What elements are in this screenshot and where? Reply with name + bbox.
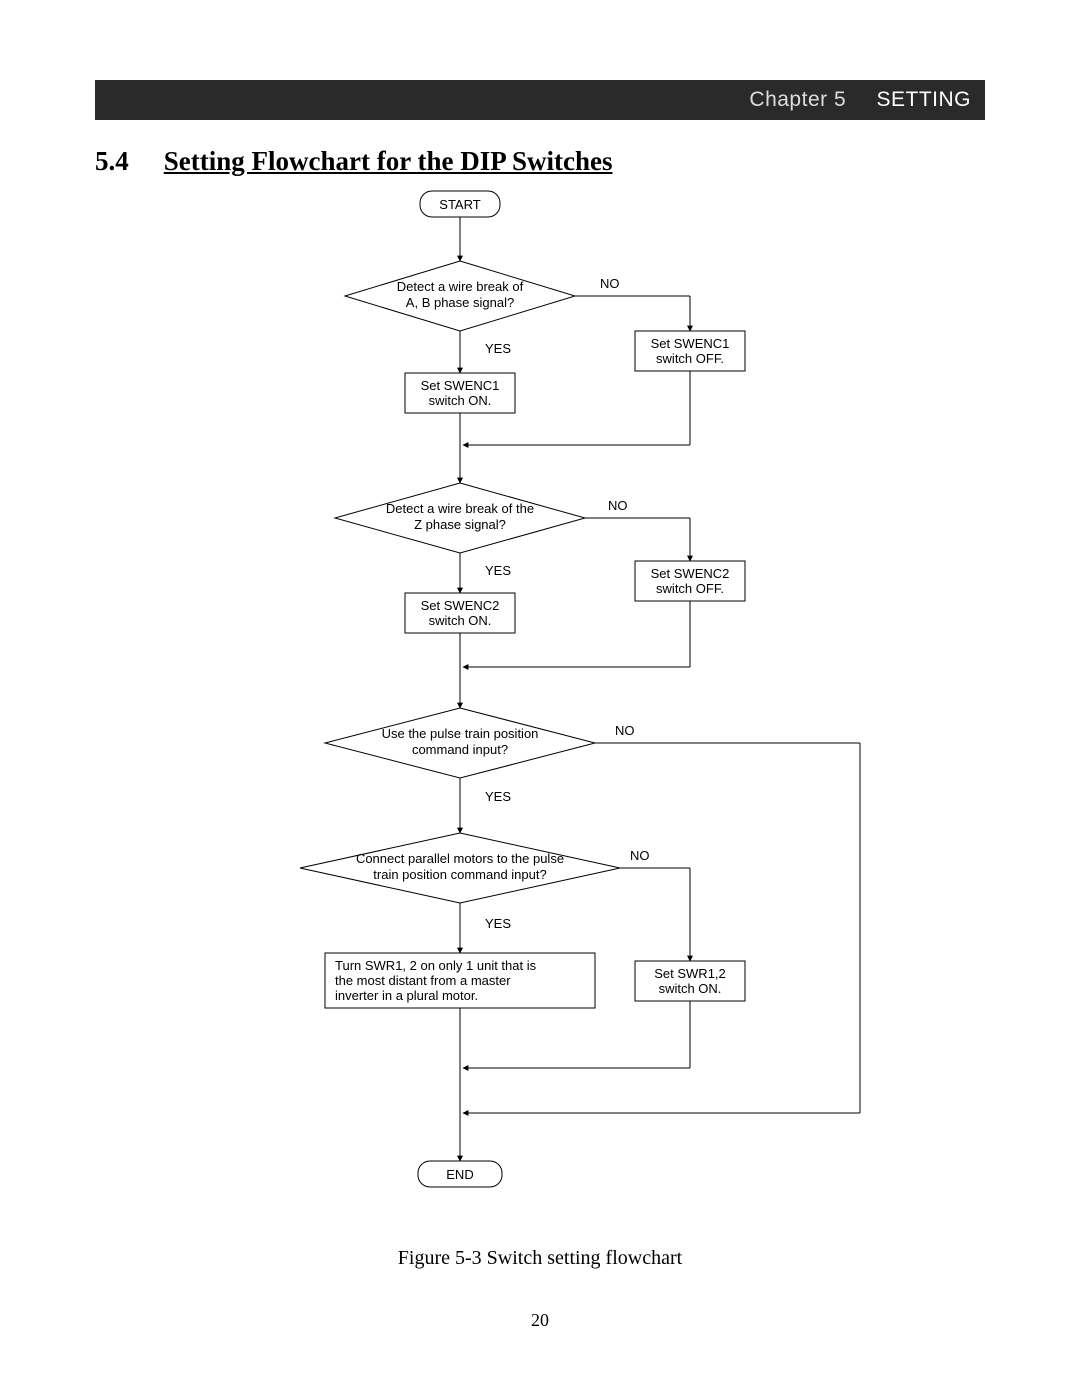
svg-text:NO: NO	[600, 276, 620, 291]
section-number: 5.4	[95, 146, 157, 177]
svg-text:Connect parallel motors to the: Connect parallel motors to the pulse	[356, 851, 564, 866]
svg-text:switch OFF.: switch OFF.	[656, 351, 724, 366]
svg-text:switch ON.: switch ON.	[659, 981, 722, 996]
start-label: START	[439, 197, 480, 212]
svg-text:YES: YES	[485, 789, 511, 804]
svg-text:YES: YES	[485, 916, 511, 931]
svg-text:Z phase signal?: Z phase signal?	[414, 517, 506, 532]
svg-text:inverter in a plural motor.: inverter in a plural motor.	[335, 988, 478, 1003]
svg-text:command input?: command input?	[412, 742, 508, 757]
svg-text:NO: NO	[608, 498, 628, 513]
flowchart: START Detect a wire break of A, B phase …	[160, 183, 920, 1233]
svg-text:Set SWENC2: Set SWENC2	[421, 598, 500, 613]
section-title: Setting Flowchart for the DIP Switches	[164, 146, 613, 176]
svg-text:NO: NO	[615, 723, 635, 738]
svg-text:the most distant from a master: the most distant from a master	[335, 973, 511, 988]
section-heading: 5.4 Setting Flowchart for the DIP Switch…	[95, 146, 985, 177]
svg-text:Set SWR1,2: Set SWR1,2	[654, 966, 726, 981]
svg-text:YES: YES	[485, 341, 511, 356]
page-number: 20	[95, 1310, 985, 1331]
svg-text:switch OFF.: switch OFF.	[656, 581, 724, 596]
svg-text:Set SWENC2: Set SWENC2	[651, 566, 730, 581]
end-label: END	[446, 1167, 473, 1182]
svg-text:Set SWENC1: Set SWENC1	[651, 336, 730, 351]
svg-text:Detect a wire break of the: Detect a wire break of the	[386, 501, 534, 516]
svg-text:NO: NO	[630, 848, 650, 863]
figure-caption: Figure 5-3 Switch setting flowchart	[95, 1247, 985, 1270]
page-header: Chapter 5 SETTING	[95, 80, 985, 120]
svg-text:Use the pulse train position: Use the pulse train position	[382, 726, 539, 741]
svg-text:train position command input?: train position command input?	[373, 867, 546, 882]
svg-text:YES: YES	[485, 563, 511, 578]
header-title: SETTING	[876, 88, 971, 111]
svg-text:Set SWENC1: Set SWENC1	[421, 378, 500, 393]
header-chapter: Chapter 5	[749, 88, 846, 111]
svg-text:switch ON.: switch ON.	[429, 613, 492, 628]
svg-text:Turn SWR1, 2 on only 1 unit th: Turn SWR1, 2 on only 1 unit that is	[335, 958, 537, 973]
svg-text:A, B phase signal?: A, B phase signal?	[406, 295, 514, 310]
svg-text:Detect a wire break of: Detect a wire break of	[397, 279, 524, 294]
svg-text:switch ON.: switch ON.	[429, 393, 492, 408]
